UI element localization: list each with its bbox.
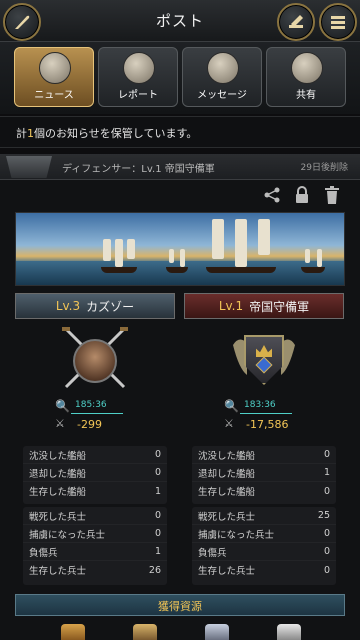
attacker-ship-stats: 沈没した艦船 0 退却した艦船 0 生存した艦船 1 bbox=[23, 446, 167, 504]
attacker-troop-stats: 戦死した兵士 0 捕虜になった兵士 0 負傷兵 1 生存した兵士 26 bbox=[23, 507, 167, 585]
tab-news[interactable]: ニュース bbox=[14, 47, 94, 107]
stat-row: 捕虜になった兵士 0 bbox=[23, 525, 167, 543]
silver-resource-icon bbox=[277, 624, 301, 640]
defender-power: ⚔ -17,586 bbox=[224, 417, 334, 433]
attacker-level: Lv.3 bbox=[55, 299, 81, 313]
trash-icon[interactable] bbox=[324, 186, 340, 204]
stat-row: 戦死した兵士 25 bbox=[192, 507, 336, 525]
coord-value: 185:36 bbox=[75, 400, 107, 410]
notice-count: 1 bbox=[27, 127, 34, 140]
stat-row: 生存した兵士 26 bbox=[29, 564, 161, 578]
list-icon[interactable] bbox=[319, 3, 357, 41]
defender-avatar[interactable] bbox=[229, 325, 299, 397]
mail-emblem-icon bbox=[6, 156, 52, 178]
tab-report[interactable]: レポート bbox=[98, 47, 178, 107]
delete-countdown: 29日後削除 bbox=[300, 163, 348, 173]
defender-name: 帝国守備軍 bbox=[249, 299, 310, 314]
mail-subject: ディフェンサー：Lv.1 帝国守備軍 bbox=[62, 164, 215, 175]
tab-share[interactable]: 共有 bbox=[266, 47, 346, 107]
notice-suffix: 個のお知らせを保管しています。 bbox=[34, 127, 198, 140]
rewards-header: 獲得資源 bbox=[15, 594, 345, 616]
stat-row: 捕虜になった兵士 0 bbox=[192, 525, 336, 543]
share-icon[interactable] bbox=[264, 186, 280, 204]
power-loss: -299 bbox=[77, 418, 102, 431]
stat-row: 負傷兵 1 bbox=[23, 543, 167, 561]
stat-row: 退却した艦船 0 bbox=[23, 464, 167, 482]
tab-message[interactable]: メッセージ bbox=[182, 47, 262, 107]
stat-row: 戦死した兵士 0 bbox=[23, 507, 167, 525]
mail-tabs: ニュース レポート メッセージ 共有 bbox=[0, 42, 360, 114]
attacker-power: ⚔ -299 bbox=[55, 417, 165, 433]
magnifier-icon: 🔍 bbox=[55, 399, 70, 413]
food-resource-icon bbox=[133, 624, 157, 640]
crossed-swords-icon bbox=[123, 52, 155, 84]
stat-row: 退却した艦船 1 bbox=[192, 464, 336, 482]
top-bar: ポスト bbox=[0, 0, 360, 42]
stat-row: 沈没した艦船 0 bbox=[192, 446, 336, 464]
coord-value: 183:36 bbox=[244, 400, 276, 410]
tab-label: レポート bbox=[118, 90, 158, 101]
tab-label: メッセージ bbox=[197, 90, 247, 101]
lock-icon[interactable] bbox=[294, 186, 310, 204]
magnifier-icon: 🔍 bbox=[224, 399, 239, 413]
defender-troop-stats: 戦死した兵士 25 捕虜になった兵士 0 負傷兵 0 生存した兵士 0 bbox=[192, 507, 336, 585]
storage-notice: 計1個のお知らせを保管しています。 bbox=[0, 116, 360, 148]
mail-actions bbox=[264, 186, 340, 204]
crossed-swords-icon: ⚔ bbox=[55, 417, 65, 430]
stat-row: 負傷兵 0 bbox=[192, 543, 336, 561]
defender-level: Lv.1 bbox=[218, 299, 244, 313]
defender-header: Lv.1 帝国守備軍 bbox=[184, 293, 344, 319]
power-loss: -17,586 bbox=[246, 418, 289, 431]
defender-ship-stats: 沈没した艦船 0 退却した艦船 1 生存した艦船 0 bbox=[192, 446, 336, 504]
stat-row: 生存した兵士 0 bbox=[198, 564, 330, 578]
defender-panel: Lv.1 帝国守備軍 🔍 183:36 ⚔ -17,586 沈没した艦船 0 退却… bbox=[184, 293, 344, 589]
stat-row: 生存した艦船 0 bbox=[198, 485, 330, 499]
share-quill-icon bbox=[291, 52, 323, 84]
tab-label: 共有 bbox=[296, 90, 316, 101]
newspaper-icon bbox=[39, 52, 71, 84]
compose-icon[interactable] bbox=[277, 3, 315, 41]
stat-row: 生存した艦船 1 bbox=[29, 485, 161, 499]
attacker-coordinates[interactable]: 🔍 185:36 bbox=[55, 399, 145, 415]
battle-banner-image bbox=[15, 212, 345, 286]
defender-coordinates[interactable]: 🔍 183:36 bbox=[224, 399, 314, 415]
attacker-panel: Lv.3 カズゾー 🔍 185:36 ⚔ -299 沈没した艦船 0 退却した艦船… bbox=[15, 293, 175, 589]
attacker-header: Lv.3 カズゾー bbox=[15, 293, 175, 319]
crossed-swords-icon: ⚔ bbox=[224, 417, 234, 430]
reward-items bbox=[15, 620, 345, 640]
envelope-icon bbox=[207, 52, 239, 84]
tab-label: ニュース bbox=[34, 90, 74, 101]
attacker-name: カズゾー bbox=[86, 299, 135, 314]
mail-header[interactable]: ディフェンサー：Lv.1 帝国守備軍 29日後削除 bbox=[0, 154, 360, 180]
stat-row: 沈没した艦船 0 bbox=[23, 446, 167, 464]
wood-resource-icon bbox=[61, 624, 85, 640]
attacker-avatar[interactable] bbox=[60, 325, 130, 397]
iron-resource-icon bbox=[205, 624, 229, 640]
notice-prefix: 計 bbox=[16, 127, 27, 140]
